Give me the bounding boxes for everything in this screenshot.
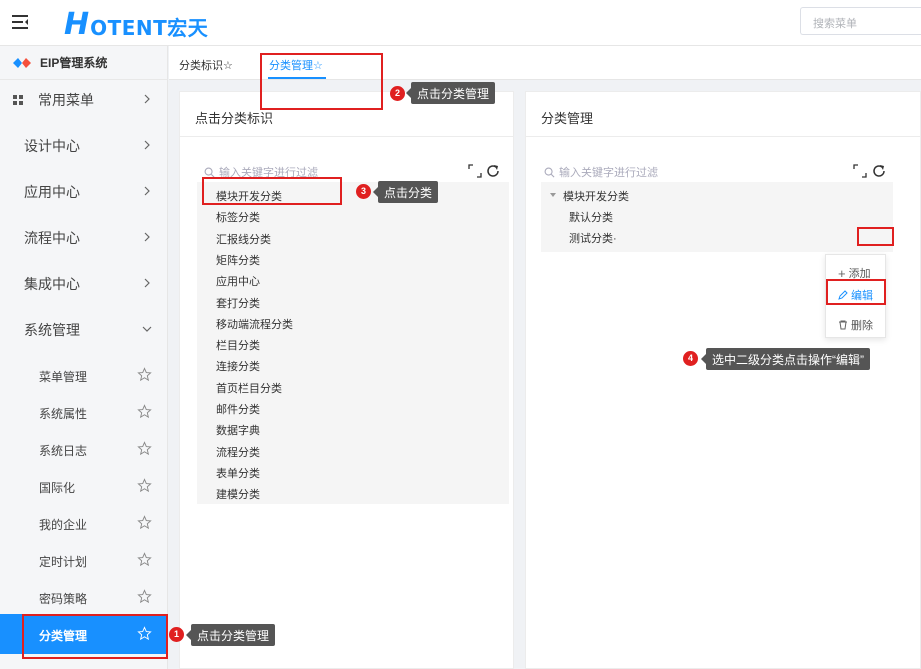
star-icon[interactable] <box>137 515 152 530</box>
star-icon[interactable] <box>137 589 152 604</box>
callout-number-4: 4 <box>683 351 698 366</box>
search-icon <box>204 167 215 177</box>
chevron-right-icon <box>144 140 150 150</box>
refresh-icon[interactable] <box>872 164 886 178</box>
grid-icon <box>13 95 23 105</box>
sidebar-item-label: 系统属性 <box>39 407 88 421</box>
sidebar-item-label: 国际化 <box>39 481 76 495</box>
star-icon[interactable] <box>137 404 152 419</box>
category-tree-item[interactable]: 表单分类 <box>216 465 260 481</box>
category-tree-item[interactable]: 矩阵分类 <box>216 252 260 268</box>
highlight-box-sidebar <box>22 614 168 659</box>
sidebar-item-label: 系统管理 <box>24 322 80 338</box>
chevron-right-icon <box>144 232 150 242</box>
sidebar-item-label: 菜单管理 <box>39 370 88 384</box>
logo-letter: H <box>64 7 90 42</box>
highlight-box-edit <box>826 279 886 305</box>
sidebar-item-level2[interactable]: 我的企业 <box>0 505 168 541</box>
logo-text: OTENT宏天 <box>90 16 209 40</box>
callout-number-3: 3 <box>356 184 371 199</box>
sidebar-item-label: 集成中心 <box>24 276 80 292</box>
callout-number-1: 1 <box>169 627 184 642</box>
sidebar-item-label: 定时计划 <box>39 555 88 569</box>
sidebar-item-level1[interactable]: 流程中心 <box>0 218 168 258</box>
category-tree-item[interactable]: 流程分类 <box>216 444 260 460</box>
system-title-text: EIP管理系统 <box>40 56 108 70</box>
highlight-box-tree-item <box>202 177 342 205</box>
callout-text-2: 点击分类管理 <box>405 82 496 104</box>
expand-icon[interactable] <box>853 164 867 178</box>
callout-text-4: 选中二级分类点击操作“编辑” <box>701 348 870 370</box>
sidebar-item-level1[interactable]: 设计中心 <box>0 126 168 166</box>
delete-label: 删除 <box>851 320 873 332</box>
sidebar-item-level1[interactable]: 应用中心 <box>0 172 168 212</box>
tab-category-identifier[interactable]: 分类标识☆ <box>179 57 233 73</box>
category-tree-item[interactable]: 连接分类 <box>216 358 260 374</box>
chevron-down-icon <box>142 326 152 332</box>
category-tree-item[interactable]: 栏目分类 <box>216 337 260 353</box>
category-tree-item[interactable]: 邮件分类 <box>216 401 260 417</box>
refresh-icon[interactable] <box>486 164 500 178</box>
star-icon[interactable] <box>137 552 152 567</box>
hotent-logo: H OTENT宏天 <box>64 6 209 42</box>
menu-item-delete[interactable]: 删除 <box>838 317 873 333</box>
highlight-box-tab <box>260 53 383 110</box>
sidebar-item-level1[interactable]: 常用菜单 <box>0 80 168 120</box>
tree-node-default[interactable]: 默认分类 <box>569 209 613 225</box>
tree-node-root[interactable]: 模块开发分类 <box>563 188 629 204</box>
callout-text-1: 点击分类管理 <box>185 624 276 646</box>
callout-text-3: 点击分类 <box>372 181 439 203</box>
sidebar-item-label: 密码策略 <box>39 592 88 606</box>
category-tree-item[interactable]: 首页栏目分类 <box>216 380 282 396</box>
chevron-right-icon <box>144 94 150 104</box>
sidebar-item-label: 我的企业 <box>39 518 88 532</box>
tree-node-test[interactable]: 测试分类· <box>569 230 617 246</box>
sidebar-item-label: 系统日志 <box>39 444 88 458</box>
expand-icon[interactable] <box>468 164 482 178</box>
menu-search-input[interactable]: 搜索菜单 <box>800 7 921 35</box>
sidebar-item-level2[interactable]: 密码策略 <box>0 579 168 615</box>
star-icon[interactable] <box>137 367 152 382</box>
top-header: H OTENT宏天 搜索菜单 <box>0 0 921 46</box>
category-tree-item[interactable]: 标签分类 <box>216 209 260 225</box>
sidebar-item-level1[interactable]: 系统管理 <box>0 310 168 350</box>
right-panel-title: 分类管理 <box>526 92 920 137</box>
trash-icon <box>839 320 847 330</box>
category-tree-item[interactable]: 应用中心 <box>216 273 260 289</box>
category-tree-item[interactable]: 建模分类 <box>216 486 260 502</box>
search-placeholder: 搜索菜单 <box>813 18 857 30</box>
sidebar-item-level2[interactable]: 国际化 <box>0 468 168 504</box>
right-panel: 分类管理 输入关键字进行过滤 模块开发分类 默认分类 测试分类· <box>525 91 921 669</box>
highlight-box-node-action <box>857 227 894 246</box>
callout-number-2: 2 <box>390 86 405 101</box>
search-icon <box>544 167 555 177</box>
chevron-right-icon <box>144 186 150 196</box>
sidebar-item-level2[interactable]: 系统属性 <box>0 394 168 430</box>
sidebar-item-level2[interactable]: 定时计划 <box>0 542 168 578</box>
star-icon[interactable] <box>137 441 152 456</box>
sidebar-item-level2[interactable]: 系统日志 <box>0 431 168 467</box>
sidebar-item-level1[interactable]: 集成中心 <box>0 264 168 304</box>
eip-logo-icon <box>13 57 31 68</box>
right-filter-placeholder: 输入关键字进行过滤 <box>559 167 658 179</box>
right-filter-input[interactable]: 输入关键字进行过滤 <box>544 164 658 180</box>
sidebar-item-label: 设计中心 <box>24 138 80 154</box>
sidebar-item-label: 常用菜单 <box>38 92 94 108</box>
system-title: EIP管理系统 <box>0 46 167 80</box>
category-tree-item[interactable]: 套打分类 <box>216 295 260 311</box>
category-tree-item[interactable]: 汇报线分类 <box>216 231 271 247</box>
sidebar: EIP管理系统 常用菜单设计中心应用中心流程中心集成中心系统管理菜单管理系统属性… <box>0 46 168 669</box>
caret-down-icon[interactable] <box>549 191 557 199</box>
category-tree-item[interactable]: 数据字典 <box>216 422 260 438</box>
sidebar-item-label: 流程中心 <box>24 230 80 246</box>
star-icon[interactable] <box>137 478 152 493</box>
category-tree-item[interactable]: 移动端流程分类 <box>216 316 293 332</box>
menu-toggle-icon[interactable] <box>10 12 30 32</box>
chevron-right-icon <box>144 278 150 288</box>
sidebar-item-label: 应用中心 <box>24 184 80 200</box>
sidebar-item-level2[interactable]: 菜单管理 <box>0 357 168 393</box>
